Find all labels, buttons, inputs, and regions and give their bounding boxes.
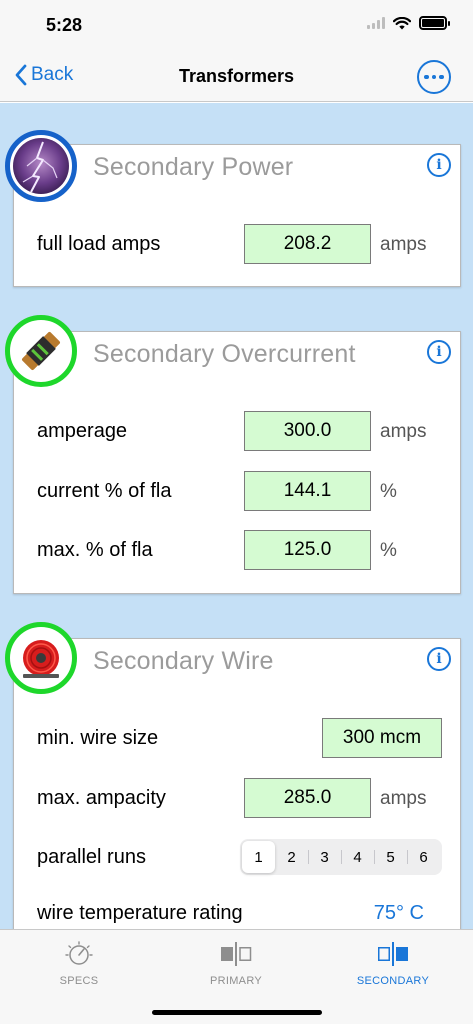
current-pct-fla-label: current % of fla bbox=[37, 480, 172, 502]
max-ampacity-field[interactable]: 285.0 bbox=[244, 778, 371, 818]
full-load-amps-field[interactable]: 208.2 bbox=[244, 224, 371, 264]
unit-label: amps bbox=[380, 421, 427, 442]
tab-label: SPECS bbox=[59, 975, 99, 987]
unit-label: amps bbox=[380, 788, 427, 809]
tab-primary[interactable]: PRIMARY bbox=[176, 940, 296, 987]
tab-bar: SPECS PRIMARY SECONDARY bbox=[0, 929, 473, 1024]
max-pct-fla-field[interactable]: 125.0 bbox=[244, 530, 371, 570]
status-bar: 5:28 bbox=[0, 0, 473, 52]
secondary-icon bbox=[378, 942, 408, 966]
status-time: 5:28 bbox=[46, 15, 83, 35]
parallel-runs-option-3[interactable]: 3 bbox=[308, 841, 341, 873]
ellipsis-dot bbox=[431, 74, 437, 80]
tab-secondary[interactable]: SECONDARY bbox=[333, 940, 453, 987]
min-wire-size-field[interactable]: 300 mcm bbox=[322, 718, 442, 758]
parallel-runs-option-5[interactable]: 5 bbox=[374, 841, 407, 873]
ellipsis-dot bbox=[439, 74, 444, 80]
wire-temp-rating-label: wire temperature rating bbox=[37, 902, 243, 924]
wire-spool-icon bbox=[13, 630, 69, 686]
battery-icon bbox=[419, 16, 450, 30]
navigation-bar: Back Transformers bbox=[0, 52, 473, 102]
ellipsis-dot bbox=[424, 74, 429, 80]
wire-spool-badge bbox=[5, 622, 77, 694]
parallel-runs-option-4[interactable]: 4 bbox=[341, 841, 374, 873]
card-title: Secondary Wire bbox=[93, 647, 274, 675]
info-icon[interactable]: i bbox=[427, 153, 451, 177]
more-options-button[interactable] bbox=[417, 60, 451, 94]
fuse-icon bbox=[13, 323, 69, 379]
fuse-badge bbox=[5, 315, 77, 387]
info-icon[interactable]: i bbox=[427, 647, 451, 671]
info-icon[interactable]: i bbox=[427, 340, 451, 364]
secondary-wire-card: Secondary Wire i min. wire size 300 mcm … bbox=[13, 638, 461, 929]
parallel-runs-selector: 1 2 3 4 5 6 bbox=[240, 839, 442, 875]
card-title: Secondary Power bbox=[93, 153, 294, 181]
content-area: Secondary Power i full load amps 208.2 a… bbox=[0, 103, 473, 929]
parallel-runs-option-6[interactable]: 6 bbox=[407, 841, 440, 873]
tab-label: PRIMARY bbox=[209, 975, 263, 987]
parallel-runs-option-2[interactable]: 2 bbox=[275, 841, 308, 873]
signal-icon bbox=[367, 17, 385, 29]
wire-temp-rating-value[interactable]: 75° C bbox=[374, 902, 424, 925]
lightning-icon bbox=[13, 138, 69, 194]
tab-specs[interactable]: SPECS bbox=[19, 940, 139, 987]
gauge-icon bbox=[65, 941, 93, 965]
parallel-runs-label: parallel runs bbox=[37, 846, 146, 868]
secondary-overcurrent-card: Secondary Overcurrent i amperage 300.0 a… bbox=[13, 331, 461, 594]
wifi-icon bbox=[393, 16, 411, 29]
lightning-badge bbox=[5, 130, 77, 202]
page-title: Transformers bbox=[178, 66, 295, 86]
parallel-runs-option-1[interactable]: 1 bbox=[242, 841, 275, 873]
max-pct-fla-label: max. % of fla bbox=[37, 539, 153, 561]
amperage-field[interactable]: 300.0 bbox=[244, 411, 371, 451]
unit-label: amps bbox=[380, 234, 427, 255]
amperage-label: amperage bbox=[37, 420, 128, 442]
primary-icon bbox=[221, 942, 252, 966]
tab-label: SECONDARY bbox=[356, 975, 430, 987]
card-title: Secondary Overcurrent bbox=[93, 340, 356, 368]
current-pct-fla-field[interactable]: 144.1 bbox=[244, 471, 371, 511]
unit-label: % bbox=[380, 481, 397, 502]
secondary-power-card: Secondary Power i full load amps 208.2 a… bbox=[13, 144, 461, 287]
max-ampacity-label: max. ampacity bbox=[37, 787, 166, 809]
status-icons bbox=[367, 16, 450, 30]
min-wire-size-label: min. wire size bbox=[37, 727, 159, 749]
unit-label: % bbox=[380, 540, 397, 561]
home-indicator bbox=[152, 1010, 322, 1015]
full-load-amps-label: full load amps bbox=[37, 233, 161, 255]
